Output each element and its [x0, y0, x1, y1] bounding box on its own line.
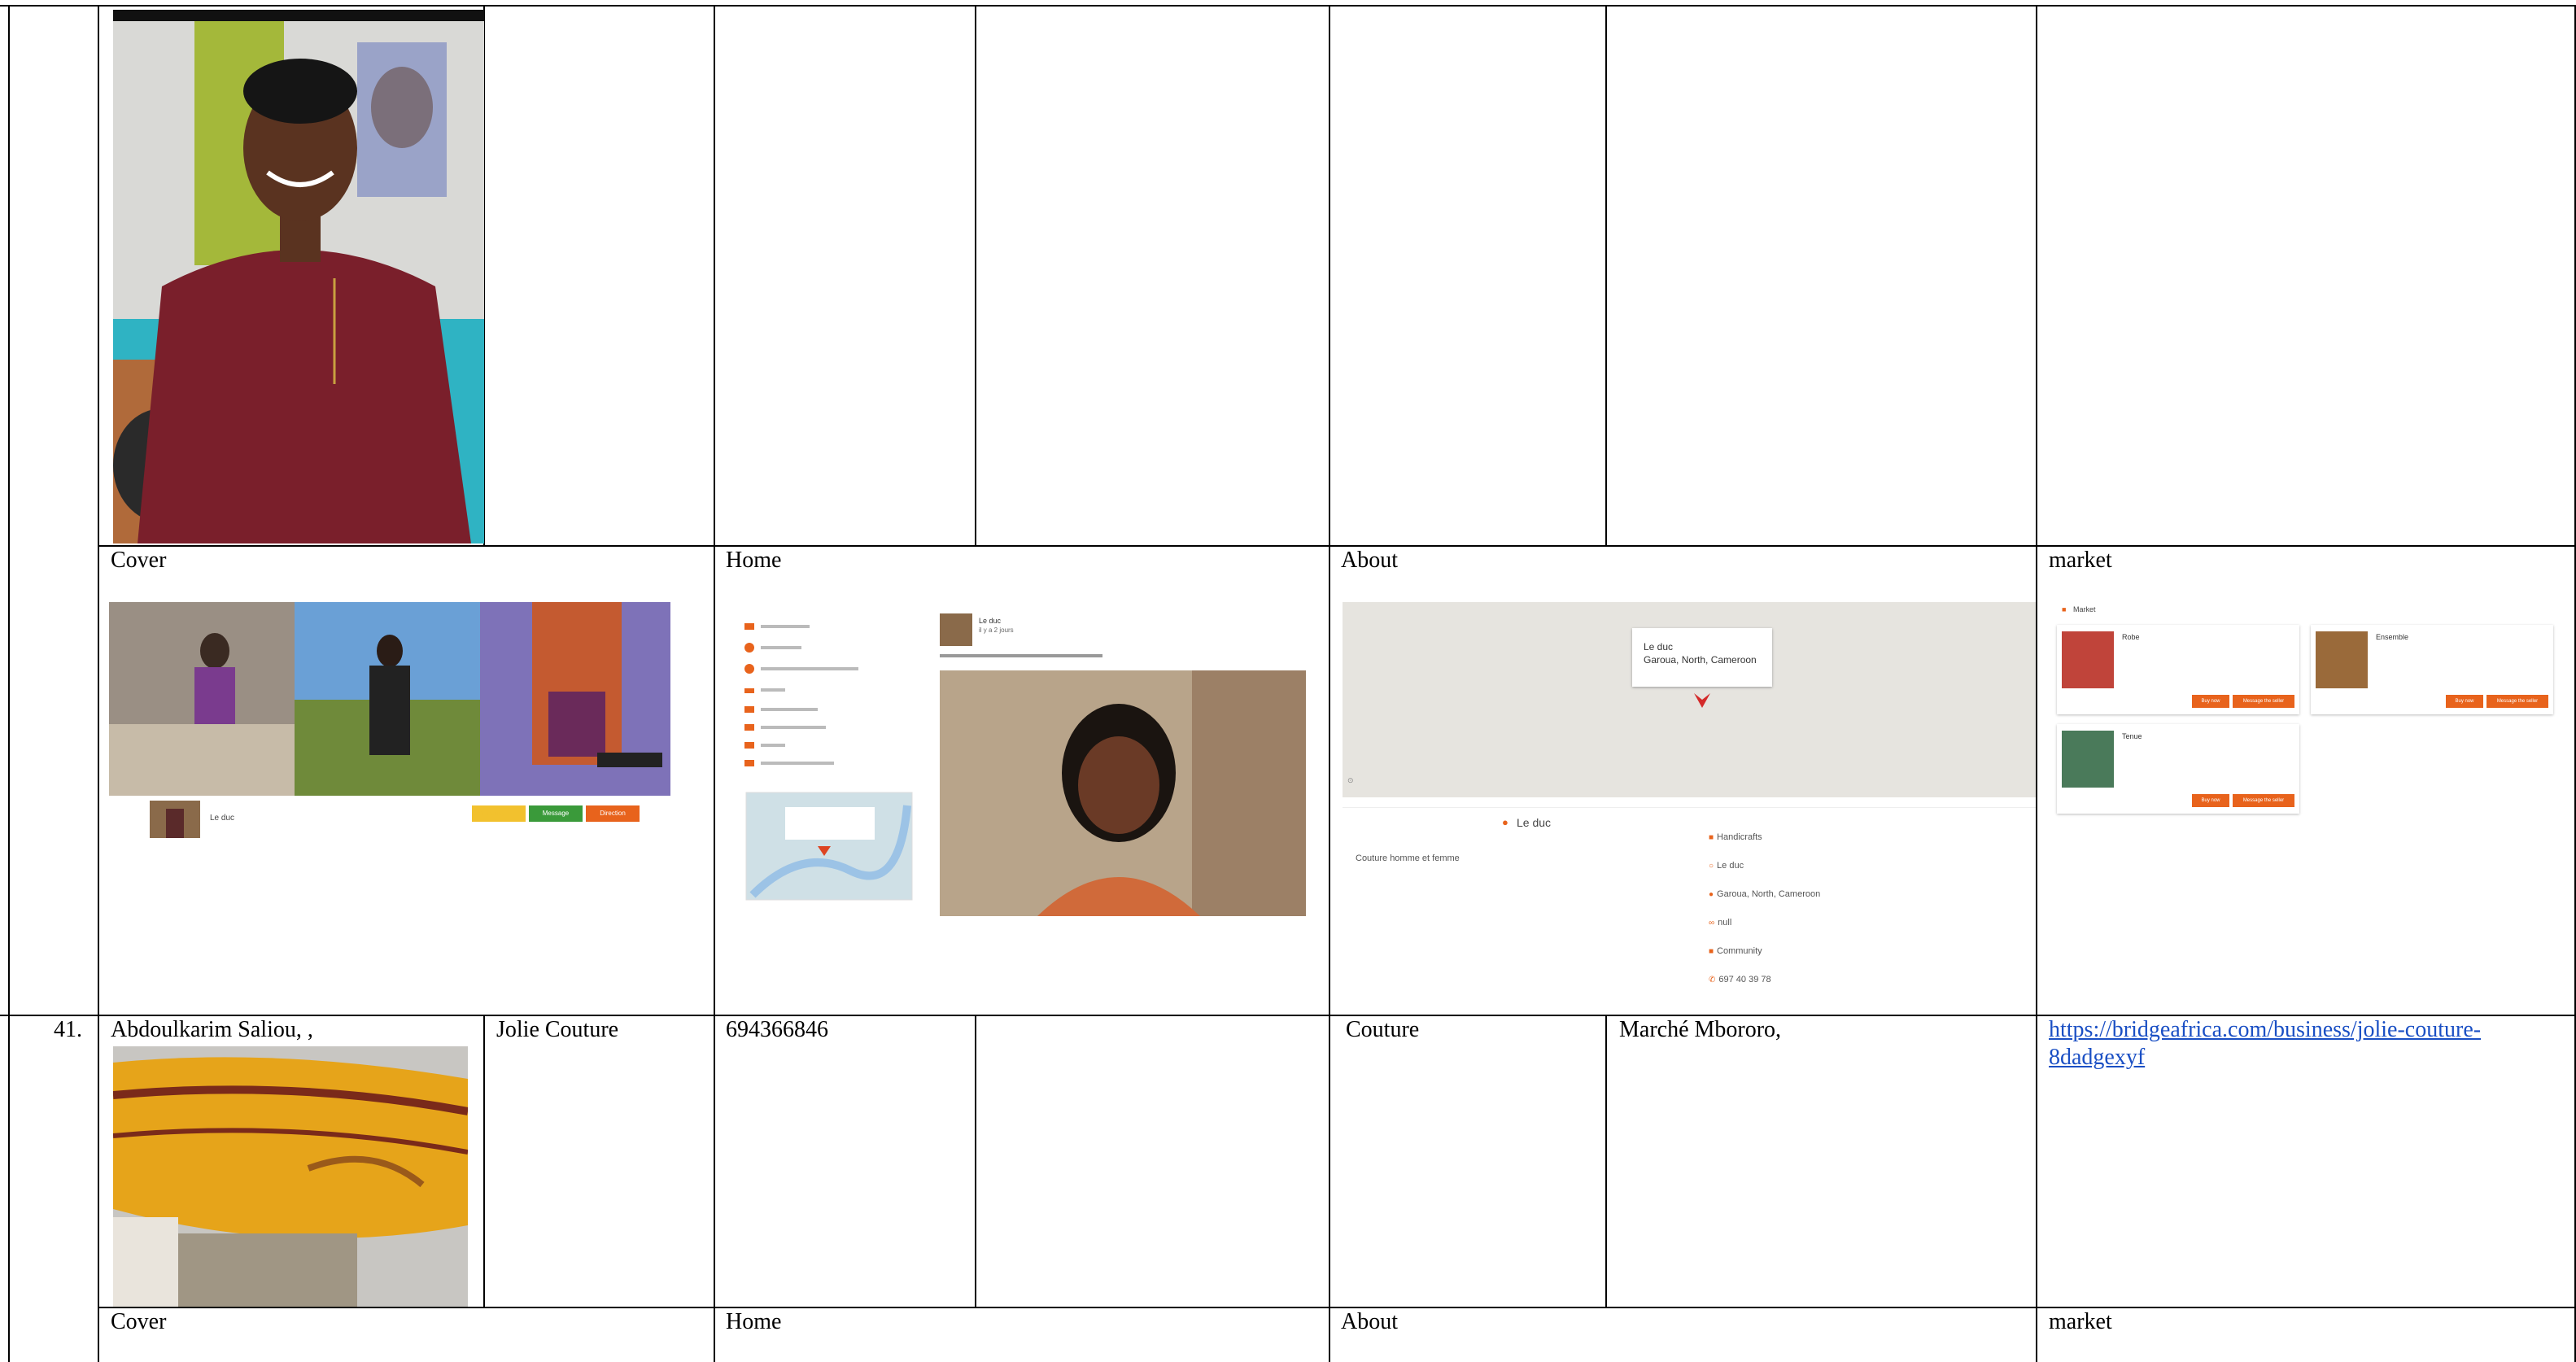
search-icon: ○: [1709, 862, 1714, 871]
row-number: 41.: [54, 1017, 82, 1042]
briefcase-icon: ■: [1709, 833, 1714, 842]
market-label: market: [2049, 1309, 2112, 1334]
about-name-icon: ●: [1502, 816, 1508, 828]
detail-text: Community: [1717, 946, 1762, 956]
community-button[interactable]: Community: [472, 805, 526, 822]
message-button[interactable]: Message: [529, 805, 583, 822]
phone-number: 694366846: [726, 1017, 828, 1042]
detail-row: ● Garoua, North, Cameroon: [1709, 886, 1820, 901]
buy-now-button[interactable]: Buy now: [2446, 695, 2483, 708]
about-map: Le duc Garoua, North, Cameroon ⊙: [1343, 602, 2036, 797]
direction-button[interactable]: Direction: [586, 805, 640, 822]
col-border: [1605, 5, 1607, 545]
about-label: About: [1341, 1309, 1398, 1334]
col-border: [1329, 5, 1330, 1362]
market-label: market: [2049, 548, 2112, 573]
owner-name: Abdoulkarim Saliou, ,: [111, 1017, 313, 1042]
message-seller-button[interactable]: Message the seller: [2233, 794, 2294, 807]
detail-row: ■ Community: [1709, 943, 1762, 958]
market-icon: ■: [2062, 605, 2067, 613]
cover-label: Cover: [111, 548, 167, 573]
home-profile-name: Le duc: [979, 617, 1002, 625]
home-profile-sub: il y a 2 jours: [979, 626, 1014, 634]
map-attribution-icon: ⊙: [1347, 776, 1354, 784]
detail-row: ∞ null: [1709, 915, 1731, 929]
link-icon: ∞: [1709, 919, 1715, 928]
buy-now-button[interactable]: Buy now: [2192, 794, 2229, 807]
col-border: [8, 5, 10, 1362]
map-pin-icon: [1694, 693, 1710, 708]
business-profile-link[interactable]: https://bridgeafrica.com/business/jolie-…: [2049, 1016, 2537, 1072]
product-image: [2316, 631, 2368, 688]
market-title: Market: [2073, 605, 2096, 613]
market-item: Tenue Buy now Message the seller: [2057, 724, 2299, 814]
market-item: Ensemble Buy now Message the seller: [2311, 625, 2553, 714]
detail-text: 697 40 39 78: [1718, 975, 1771, 984]
phone-icon: ✆: [1709, 976, 1716, 984]
detail-text: Le duc: [1717, 861, 1744, 871]
row-border: [0, 5, 2576, 7]
detail-text: Handicrafts: [1717, 832, 1762, 842]
home-label: Home: [726, 1309, 782, 1334]
owner-photo: [113, 10, 484, 543]
detail-text: null: [1718, 918, 1732, 928]
map-popup: Le duc Garoua, North, Cameroon: [1632, 628, 1772, 687]
owner-photo: [113, 1046, 468, 1307]
business-location: Marché Mbororo,: [1619, 1017, 1782, 1042]
about-screenshot: Le duc Garoua, North, Cameroon ⊙ ● Le du…: [1343, 602, 2036, 1009]
product-image: [2062, 731, 2114, 788]
about-label: About: [1341, 548, 1398, 573]
row-border: [98, 1307, 2576, 1308]
home-label: Home: [726, 548, 782, 573]
cover-avatar: [150, 801, 200, 838]
col-border: [98, 5, 99, 1362]
message-seller-button[interactable]: Message the seller: [2233, 695, 2294, 708]
users-icon: ■: [1709, 947, 1714, 956]
row-border: [98, 545, 2576, 547]
product-name: Robe: [2122, 633, 2140, 641]
col-border: [975, 1015, 976, 1307]
col-border: [483, 1015, 485, 1307]
col-border: [2036, 5, 2037, 1362]
market-item: Robe Buy now Message the seller: [2057, 625, 2299, 714]
col-border: [975, 5, 976, 545]
home-sidebar-icons: [744, 613, 1306, 916]
location-icon: ●: [1709, 890, 1714, 899]
home-screenshot: Le duc il y a 2 jours: [736, 602, 1314, 916]
buy-now-button[interactable]: Buy now: [2192, 695, 2229, 708]
about-name: Le duc: [1517, 816, 1552, 829]
business-category: Couture: [1346, 1017, 1420, 1042]
map-popup-title: Le duc: [1644, 641, 1674, 653]
market-screenshot: ■ Market Robe Buy now Message the seller…: [2050, 602, 2561, 819]
cover-profile-name: Le duc: [210, 814, 235, 823]
product-name: Ensemble: [2376, 633, 2409, 641]
detail-row: ✆ 697 40 39 78: [1709, 971, 1771, 986]
business-name: Jolie Couture: [496, 1017, 619, 1042]
col-border: [714, 5, 715, 1362]
map-popup-address: Garoua, North, Cameroon: [1644, 654, 1757, 666]
detail-text: Garoua, North, Cameroon: [1717, 889, 1821, 899]
cover-buttons: Community Message Direction: [472, 805, 651, 822]
product-name: Tenue: [2122, 732, 2142, 740]
detail-row: ○ Le duc: [1709, 858, 1744, 872]
product-image: [2062, 631, 2114, 688]
message-seller-button[interactable]: Message the seller: [2486, 695, 2548, 708]
col-border: [1605, 1015, 1607, 1307]
cover-label: Cover: [111, 1309, 167, 1334]
about-description: Couture homme et femme: [1356, 853, 1460, 863]
detail-row: ■ Handicrafts: [1709, 829, 1762, 844]
